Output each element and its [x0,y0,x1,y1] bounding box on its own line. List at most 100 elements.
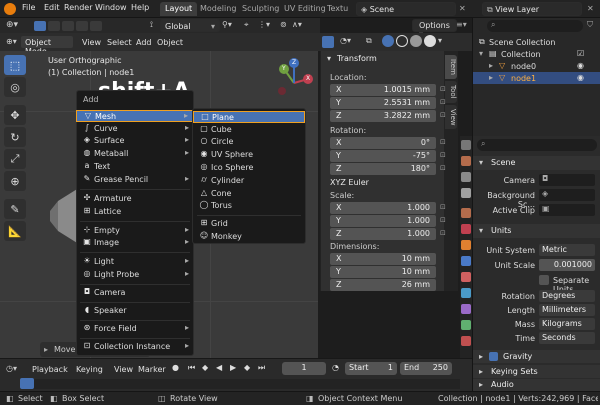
lock-icon[interactable]: ⊡ [440,216,446,224]
current-frame-field[interactable]: 1 [282,362,326,375]
scale-tool-icon[interactable]: ⤢ [4,149,26,169]
rotation-x-field[interactable]: X 0° [330,137,436,149]
time-units-dropdown[interactable]: Seconds [539,332,595,344]
object-properties-icon[interactable] [461,240,471,250]
transform-tool-icon[interactable]: ⊕ [4,171,26,191]
menu-item-metaball[interactable]: ◍ Metaball ▸ [76,148,194,160]
menu-item-speaker[interactable]: ◖ Speaker [76,305,194,317]
menu-item-camera[interactable]: ◘ Camera [76,287,194,299]
background-scene-field[interactable]: ◈ [539,189,595,201]
tab-texture[interactable]: Textu [322,2,353,16]
menu-item-armature[interactable]: ✣ Armature [76,193,194,205]
length-units-dropdown[interactable]: Millimeters [539,304,595,316]
outliner-row-node0[interactable]: ▸ ▽ node0 ◉ [473,60,600,72]
menu-item-force-field[interactable]: ⊛ Force Field ▸ [76,323,194,335]
location-y-field[interactable]: Y 2.5531 mm [330,97,436,109]
menu-item-plane[interactable]: □ Plane [193,111,305,123]
menu-item-torus[interactable]: ◯ Torus [193,200,305,212]
outliner-row-node1[interactable]: ▸ ▽ node1 ◉ [473,72,600,84]
gizmo-toggle-icon[interactable] [322,36,334,48]
menu-item-lattice[interactable]: ⊞ Lattice [76,206,194,218]
outliner-row-scene-collection[interactable]: ⧉ Scene Collection [473,36,600,48]
scale-z-field[interactable]: Z 1.000 [330,228,436,240]
select-mode-icon[interactable] [34,21,46,31]
pivot-icon[interactable]: ⚲▾ [222,20,232,29]
timeline-menu-view[interactable]: View [114,365,133,374]
menu-item-circle[interactable]: ○ Circle [193,136,305,148]
menu-item-ico-sphere[interactable]: ◎ Ico Sphere [193,162,305,174]
active-clip-field[interactable]: ▣ [539,204,595,216]
render-properties-icon[interactable] [461,156,471,166]
scene-close-icon[interactable]: ✕ [459,4,466,13]
view-layer-close-icon[interactable]: ✕ [587,4,594,13]
chevron-right-icon[interactable]: ▸ [489,61,493,70]
timeline-track[interactable] [20,379,460,389]
scene-properties-icon[interactable] [461,208,471,218]
menu-item-collection-instance[interactable]: ⊡ Collection Instance ▸ [76,341,194,353]
next-keyframe-icon[interactable]: ◆ [244,363,250,372]
menu-item-empty[interactable]: ⊹ Empty ▸ [76,225,194,237]
scale-x-field[interactable]: X 1.000 [330,202,436,214]
tab-layout[interactable]: Layout [160,2,198,16]
material-properties-icon[interactable] [461,336,471,346]
outliner-editor-icon[interactable]: ≡▾ [456,20,467,29]
tab-item[interactable]: Item [445,55,457,79]
play-icon[interactable]: ▶ [230,363,236,372]
menu-item-uv-sphere[interactable]: ◉ UV Sphere [193,149,305,161]
view-layer-properties-icon[interactable] [461,188,471,198]
prev-keyframe-icon[interactable]: ◆ [202,363,208,372]
scene-section-header[interactable]: ▾ Scene [473,156,600,170]
options-button[interactable]: Options ▾ [412,19,457,39]
tool-properties-icon[interactable] [461,140,471,150]
menu-file[interactable]: File [22,3,35,12]
units-section-header[interactable]: ▾ Units [473,224,600,238]
rotation-z-field[interactable]: Z 180° [330,163,436,175]
select-invert-icon[interactable] [76,21,88,31]
select-subtract-icon[interactable] [62,21,74,31]
lock-icon[interactable]: ⊡ [440,229,446,237]
camera-field[interactable]: ◘ [539,174,595,186]
tab-tool[interactable]: Tool [445,81,457,103]
cursor-tool-icon[interactable]: ◎ [4,77,26,97]
playhead[interactable] [20,378,34,389]
wireframe-shading-icon[interactable] [396,35,408,47]
lock-icon[interactable]: ⊡ [440,203,446,211]
select-box-tool-icon[interactable]: ⬚ [4,55,26,75]
menu-item-text[interactable]: a Text [76,161,194,173]
particles-properties-icon[interactable] [461,272,471,282]
start-frame-field[interactable]: Start 1 [345,362,397,375]
menu-item-cone[interactable]: △ Cone [193,188,305,200]
timeline-menu-marker[interactable]: Marker [138,365,166,374]
modifier-properties-icon[interactable] [461,256,471,266]
lock-icon[interactable]: ⊡ [440,98,446,106]
menu-item-mesh[interactable]: ▽ Mesh ▸ [76,110,194,122]
menu-item-cube[interactable]: ▢ Cube [193,124,305,136]
move-tool-icon[interactable]: ✥ [4,105,26,125]
select-intersect-icon[interactable] [90,21,102,31]
xray-icon[interactable]: ⧉ [366,36,372,46]
measure-tool-icon[interactable]: 📐 [4,221,26,241]
lock-icon[interactable]: ⊡ [440,111,446,119]
rotate-tool-icon[interactable]: ↻ [4,127,26,147]
menu-window[interactable]: Window [95,3,127,12]
menu-item-grid[interactable]: ⊞ Grid [193,218,305,230]
timeline-menu-keying[interactable]: Keying [76,365,103,374]
filter-icon[interactable]: ⛉ [587,20,593,30]
location-x-field[interactable]: X 1.0015 mm [330,84,436,96]
chevron-right-icon[interactable]: ▸ [489,73,493,82]
lock-icon[interactable]: ⊡ [440,164,446,172]
snap-icon[interactable]: ⌖ [244,20,249,30]
vp-menu-object[interactable]: Object [157,38,183,47]
tab-view[interactable]: View [445,105,457,129]
rotation-units-dropdown[interactable]: Degrees [539,290,595,302]
physics-properties-icon[interactable] [461,288,471,298]
menu-item-monkey[interactable]: ☺ Monkey [193,231,305,243]
orientation-dropdown[interactable]: Global ▾ [160,19,220,32]
editor-type-icon[interactable]: ⊕▾ [6,20,18,30]
keying-sets-section-header[interactable]: ▸ Keying Sets [473,365,600,378]
material-shading-icon[interactable] [410,35,422,47]
tab-sculpting[interactable]: Sculpting [237,2,284,16]
data-properties-icon[interactable] [461,320,471,330]
tab-modeling[interactable]: Modeling [195,2,241,16]
output-properties-icon[interactable] [461,172,471,182]
